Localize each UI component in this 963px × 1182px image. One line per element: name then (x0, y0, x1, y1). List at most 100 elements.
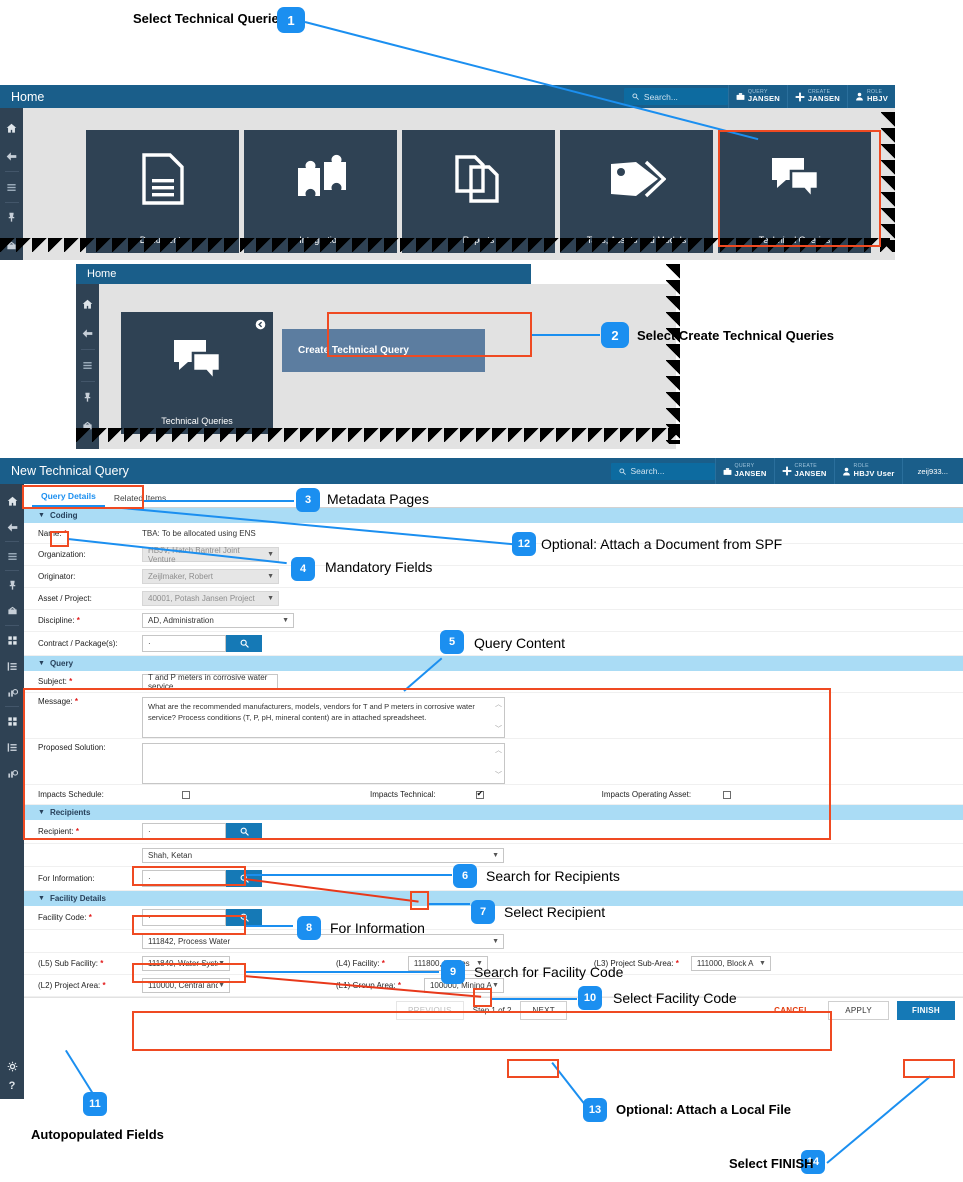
sidebar-item-list[interactable] (0, 173, 23, 201)
form-sidebar-grid-2[interactable] (1, 708, 24, 734)
tile-tags-assets-models[interactable]: Tags, Assets and Models (560, 130, 713, 253)
value-name: TBA: To be allocated using ENS (142, 528, 256, 538)
annotation-label-8: For Information (330, 920, 425, 936)
home-header-role[interactable]: ROLE HBJV (846, 85, 895, 108)
select-l3-project-sub-area[interactable]: 111000, Block A ▼ (690, 956, 771, 971)
form-sidebar-ordered-list[interactable] (1, 653, 24, 679)
annotation-callout-2: 2 (601, 322, 629, 348)
form-search-input[interactable]: Search... (610, 462, 715, 480)
search-recipient-button[interactable] (226, 823, 262, 840)
sidebar-item-home[interactable] (0, 114, 23, 142)
home-search-input[interactable]: Search... (623, 88, 728, 105)
label-organization: Organization: (38, 550, 86, 559)
torn-edge-home-bottom (0, 238, 890, 252)
sidebar-item-pin-2[interactable] (76, 383, 99, 412)
tab-query-details[interactable]: Query Details (32, 491, 105, 507)
form-header-role[interactable]: ROLE HBJV User (833, 458, 902, 484)
label-impacts-technical: Impacts Technical: (370, 790, 436, 799)
speech-bubbles-icon (769, 130, 821, 228)
tile-collapse-icon[interactable] (255, 317, 266, 335)
checkbox-impacts-schedule[interactable] (182, 790, 190, 799)
sidebar-item-back-2[interactable] (76, 319, 99, 348)
form-sidebar-back[interactable] (1, 514, 24, 540)
form-sidebar-list[interactable] (1, 543, 24, 569)
annotation-callout-3: 3 (296, 488, 320, 512)
tile-documents[interactable]: Documents (86, 130, 239, 253)
chevron-down-icon: ▼ (267, 573, 274, 580)
search-facility-code-button[interactable] (226, 909, 262, 926)
form-sidebar-settings[interactable] (1, 1055, 24, 1077)
form-sidebar-ordered-list-2[interactable] (1, 734, 24, 760)
form-header-query[interactable]: QUERY JANSEN (714, 458, 774, 484)
tile-reports[interactable]: Reports (402, 130, 555, 253)
grid-icon (7, 716, 17, 726)
label-message: Message: * (38, 697, 79, 706)
select-discipline[interactable]: AD, Administration ▼ (142, 613, 294, 628)
form-header-create[interactable]: CREATE JANSEN (773, 458, 834, 484)
checkbox-impacts-technical[interactable] (475, 789, 484, 799)
cancel-button[interactable]: CANCEL (763, 1002, 820, 1019)
checkbox-impacts-operating-asset[interactable] (723, 790, 732, 799)
annotation-leader-6 (246, 874, 452, 876)
select-l5-sub-facility[interactable]: 111840, Water Systems▼ (142, 956, 230, 971)
select-facility-code[interactable]: 111842, Process Water ▼ (142, 933, 504, 949)
row-facility-code-selected: 111842, Process Water ▼ (24, 930, 963, 953)
section-header-query[interactable]: ▼ Query (24, 656, 963, 671)
input-for-information[interactable]: · (142, 870, 226, 887)
form-header-username[interactable]: zeij933... (901, 458, 963, 484)
label-l2-project-area: (L2) Project Area: * (38, 981, 106, 990)
form-sidebar-chart-2[interactable] (1, 760, 24, 786)
form-sidebar-pin[interactable] (1, 572, 24, 598)
form-sidebar-help[interactable]: ? (1, 1077, 24, 1095)
select-asset-project[interactable]: 40001, Potash Jansen Project ▼ (142, 591, 279, 606)
tile-integration[interactable]: Integration (244, 130, 397, 253)
briefcase-icon (723, 467, 731, 475)
annotation-label-11: Autopopulated Fields (31, 1127, 164, 1142)
required-marker: * (76, 616, 80, 625)
finish-button[interactable]: FINISH (896, 1001, 955, 1020)
create-technical-query-button[interactable]: Create Technical Query (282, 329, 485, 372)
proposed-scrollbar[interactable]: ︿ ﹀ (494, 745, 503, 782)
select-l2-project-area[interactable]: 110000, Central and East M▼ (142, 978, 230, 993)
briefcase-icon (736, 93, 745, 100)
input-recipient[interactable]: · (142, 823, 226, 840)
row-recipient-selected: Shah, Ketan ▼ (24, 844, 963, 867)
chevron-down-icon: ▼ (492, 937, 499, 945)
chevron-down-icon: ▼ (492, 851, 499, 859)
sidebar-item-list-2[interactable] (76, 351, 99, 380)
input-facility-code[interactable]: · (142, 909, 226, 926)
select-recipient[interactable]: Shah, Ketan ▼ (142, 847, 504, 863)
sidebar-item-back[interactable] (0, 142, 23, 170)
sidebar-item-pin[interactable] (0, 204, 23, 232)
select-l5-value: 111840, Water Systems (148, 959, 218, 968)
apply-button[interactable]: APPLY (828, 1001, 889, 1020)
next-button[interactable]: NEXT (520, 1001, 567, 1020)
row-impacts: Impacts Schedule: Impacts Technical: Imp… (24, 785, 963, 805)
form-sidebar-inbox[interactable] (1, 598, 24, 624)
previous-button[interactable]: PREVIOUS (396, 1001, 464, 1020)
label-for-information: For Information: (38, 874, 95, 883)
section-header-recipients[interactable]: ▼ Recipients (24, 805, 963, 820)
form-sidebar-home[interactable] (1, 488, 24, 514)
required-marker: * (88, 913, 92, 922)
textarea-message[interactable]: What are the recommended manufacturers, … (142, 697, 505, 738)
input-contract-packages[interactable]: · (142, 635, 226, 652)
pin-icon (8, 213, 15, 223)
expanded-topbar: Home (76, 264, 531, 284)
message-scrollbar[interactable]: ︿ ﹀ (494, 699, 503, 736)
sidebar-item-home-2[interactable] (76, 290, 99, 319)
form-sidebar-grid[interactable] (1, 627, 24, 653)
select-originator[interactable]: Zeijlmaker, Robert ▼ (142, 569, 279, 584)
list-icon (7, 183, 16, 191)
home-header-create[interactable]: CREATE JANSEN (786, 85, 847, 108)
form-sidebar-chart[interactable] (1, 679, 24, 705)
chevron-down-icon: ▼ (267, 595, 274, 602)
search-contract-packages-button[interactable] (226, 635, 262, 652)
expanded-tile-technical-queries[interactable]: Technical Queries (121, 312, 273, 434)
home-header-query[interactable]: QUERY JANSEN (727, 85, 787, 108)
tile-technical-queries[interactable]: Technical Queries (718, 130, 871, 253)
textarea-proposed-solution[interactable]: ︿ ﹀ (142, 743, 505, 784)
input-subject[interactable]: T and P meters in corrosive water servic… (142, 673, 278, 691)
annotation-label-5: Query Content (474, 635, 566, 651)
scroll-up-icon: ︿ (495, 701, 502, 708)
